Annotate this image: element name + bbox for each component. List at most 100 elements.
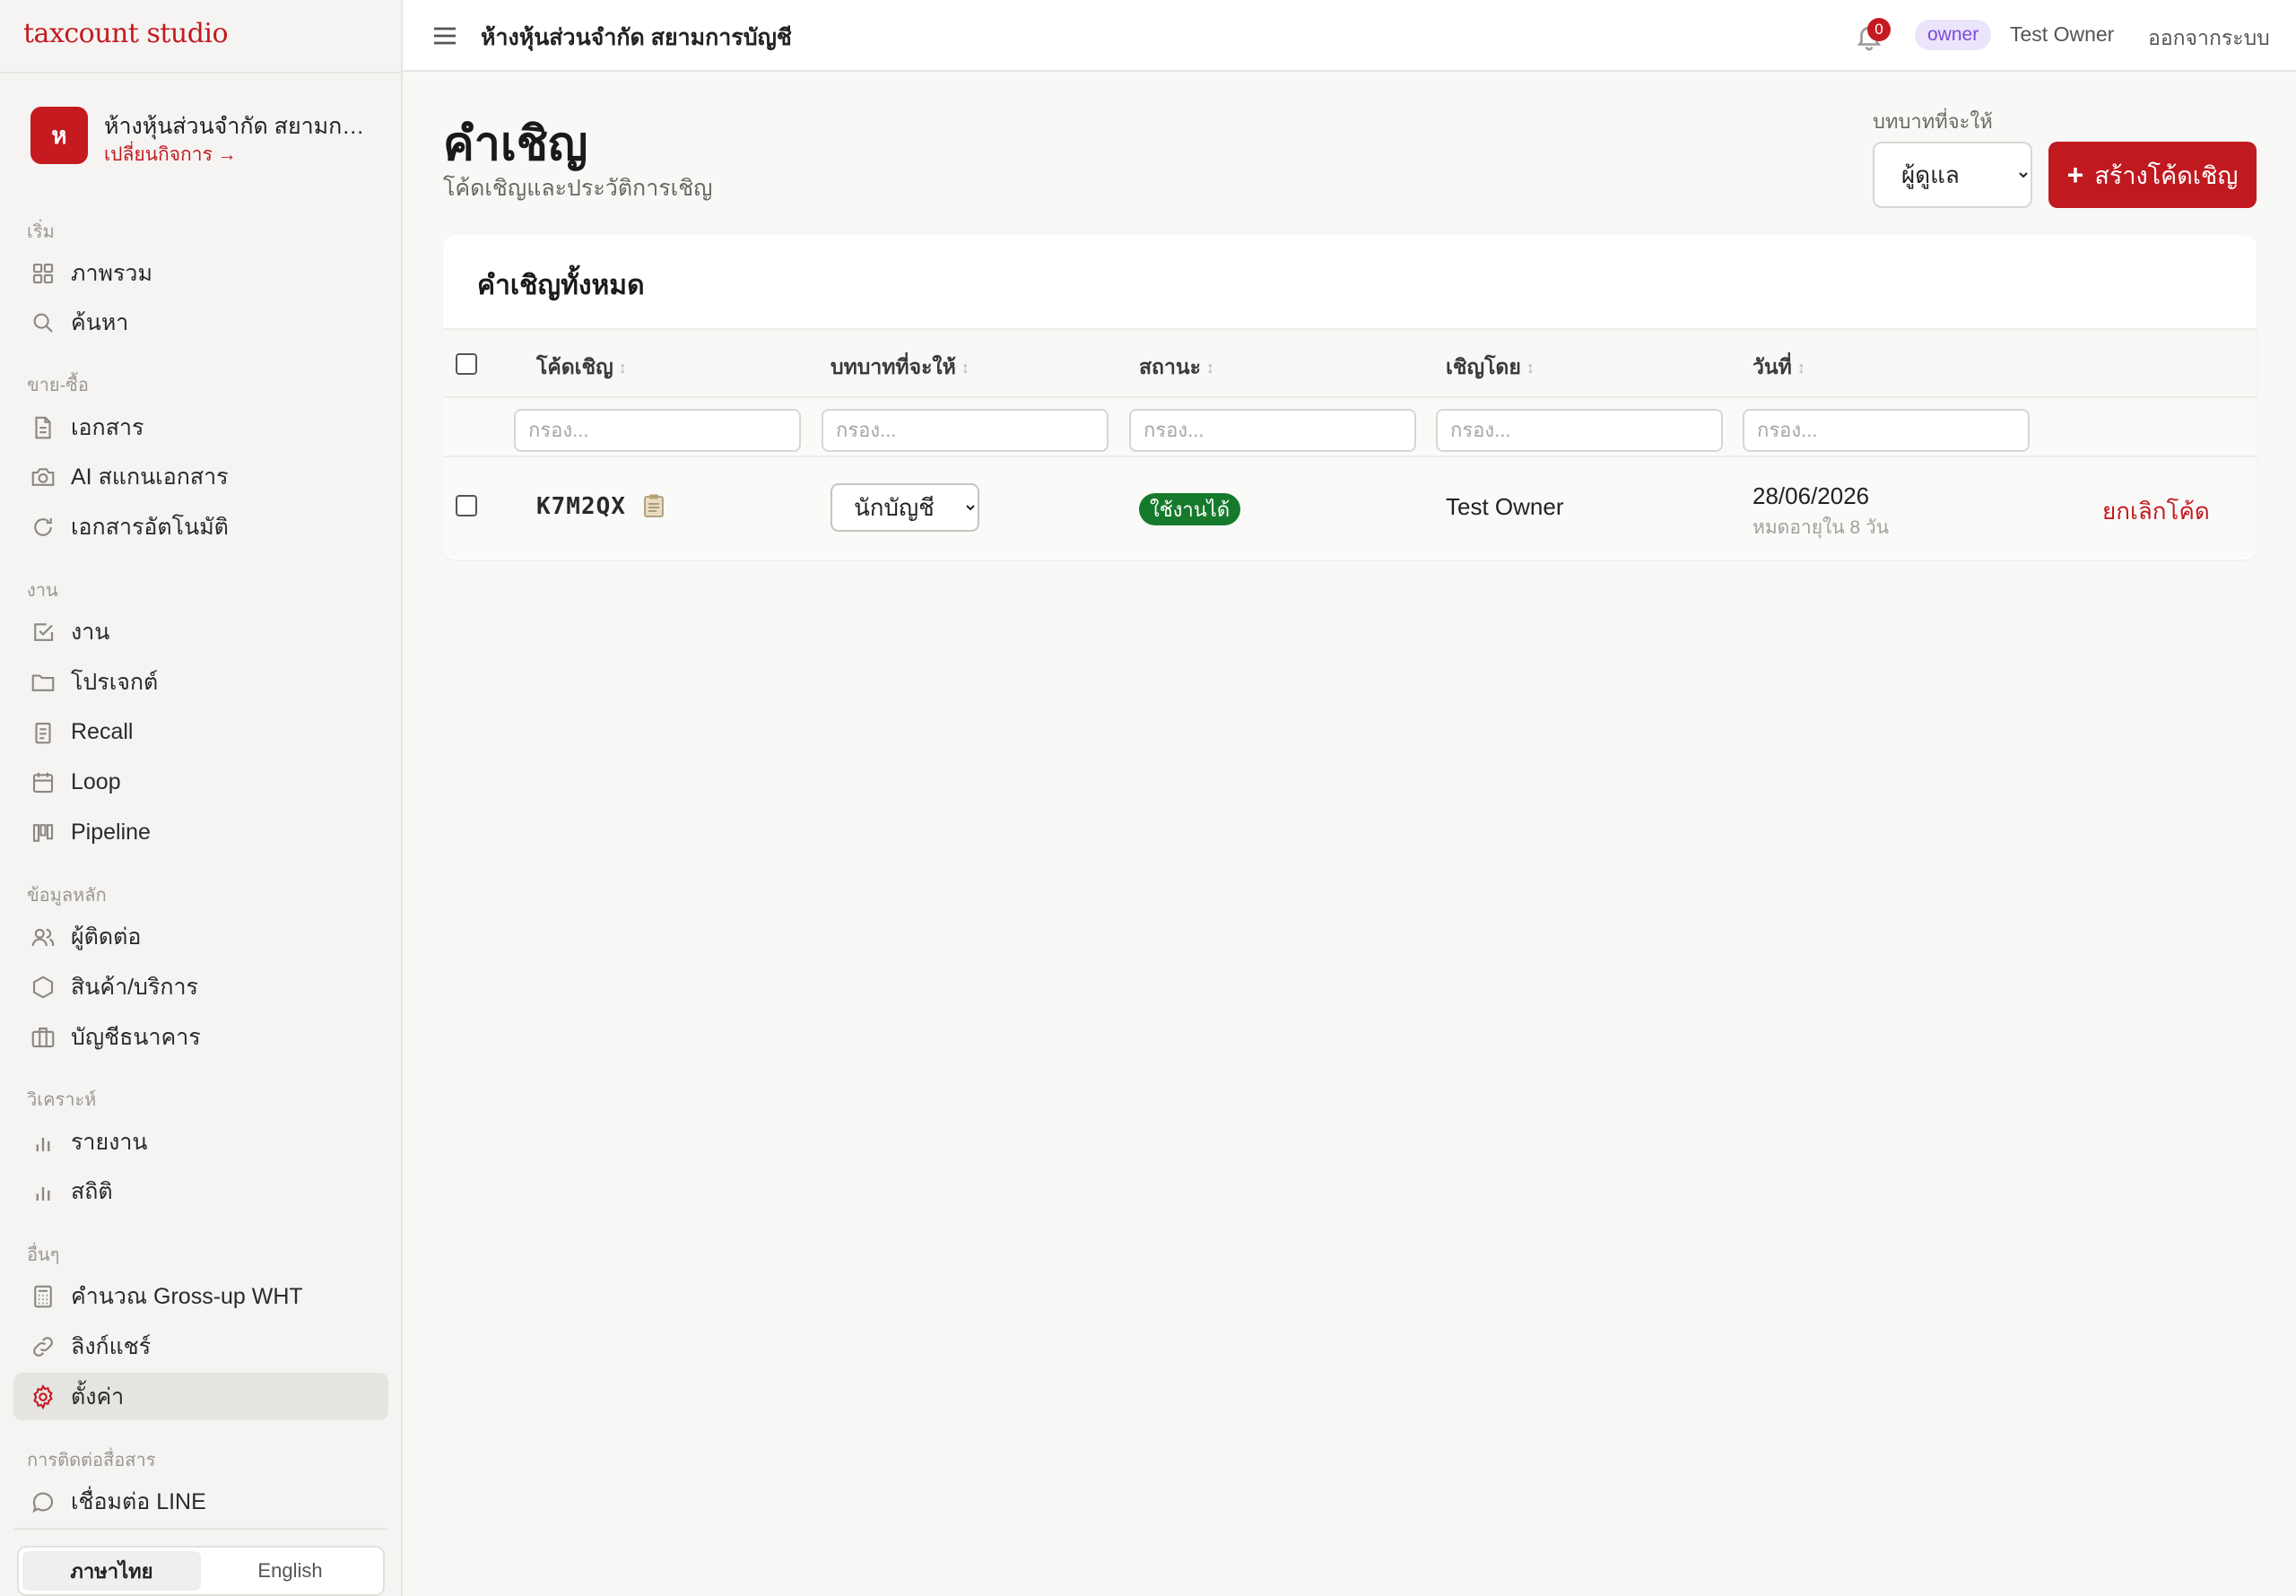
sort-icon: ↕ [1526,358,1535,377]
top-bar: ห้างหุ้นส่วนจำกัด สยามการบัญชี 0 owner T… [404,0,2296,72]
briefcase-icon [31,1027,55,1047]
nav-section-title: วิเคราะห์ [27,1090,97,1110]
clipboard-copy-icon[interactable] [642,493,665,518]
sidebar-item-loop[interactable]: Loop [13,759,388,806]
sidebar-item-tasks[interactable]: งาน [13,608,388,655]
box-icon [32,976,54,998]
invite-role-select[interactable]: ผู้ดูแล [1873,142,2032,208]
sidebar-item-label: คำนวณ Gross-up WHT [71,1283,303,1309]
sidebar-item-grossup-wht[interactable]: คำนวณ Gross-up WHT [13,1272,388,1320]
bar-chart-icon [36,1186,50,1201]
filter-date-input[interactable] [1743,409,2030,452]
logout-link[interactable]: ออกจากระบบ [2148,22,2270,55]
nav-section-title: ขาย-ซื้อ [27,376,89,395]
language-english-button[interactable]: English [201,1551,379,1591]
chat-icon [32,1492,54,1513]
sidebar-item-auto-documents[interactable]: เอกสารอัตโนมัติ [13,503,388,551]
row-role-select[interactable]: นักบัญชี [831,483,979,532]
sort-icon: ↕ [1796,358,1805,377]
sidebar-item-products[interactable]: สินค้า/บริการ [13,963,388,1011]
filter-code-input[interactable] [514,409,801,452]
page-title: คำเชิญ [443,118,588,170]
switch-org-link[interactable]: เปลี่ยนกิจการ → [104,140,237,169]
sidebar-item-label: ค้นหา [71,309,129,335]
calculator-icon [34,1285,52,1307]
sidebar-item-settings[interactable]: ตั้งค่า [13,1373,388,1420]
sidebar-item-label: ตั้งค่า [71,1383,125,1410]
card-title: คำเชิญทั้งหมด [477,271,645,300]
camera-icon [31,467,55,486]
divider [14,1528,387,1530]
select-all-checkbox[interactable] [456,353,477,375]
create-invite-code-label: สร้างโค้ดเชิญ [2094,161,2239,189]
refresh-icon [34,517,52,536]
filter-invited-by-input[interactable] [1436,409,1723,452]
sidebar-item-line-connect[interactable]: เชื่อมต่อ LINE [13,1478,388,1525]
search-icon [33,313,53,333]
column-header-code[interactable]: โค้ดเชิญ ↕ [536,351,627,384]
sidebar-item-projects[interactable]: โปรเจกต์ [13,658,388,706]
sidebar-item-label: เอกสารอัตโนมัติ [71,514,229,540]
create-invite-code-button[interactable]: + สร้างโค้ดเชิญ [2048,142,2257,208]
revoke-code-button[interactable]: ยกเลิกโค้ด [2102,493,2210,530]
status-badge: ใช้งานได้ [1139,493,1241,525]
sidebar-item-reports[interactable]: รายงาน [13,1118,388,1166]
column-label: บทบาทที่จะให้ [831,355,956,378]
column-label: เชิญโดย [1446,355,1521,378]
role-badge: owner [1915,20,1992,50]
filter-status-input[interactable] [1129,409,1416,452]
sidebar-item-label: สถิติ [71,1178,113,1204]
nav-section-title: การติดต่อสื่อสาร [27,1451,156,1470]
column-header-role[interactable]: บทบาทที่จะให้ ↕ [831,351,970,384]
kanban-icon [32,823,54,842]
table-row: K7M2QX นักบัญชี ใช้งานได้ Test Owner 28/… [443,457,2257,558]
sidebar-item-pipeline[interactable]: Pipeline [13,809,388,856]
sidebar-item-documents[interactable]: เอกสาร [13,403,388,451]
column-header-invited-by[interactable]: เชิญโดย ↕ [1446,351,1535,384]
invite-role-label: บทบาทที่จะให้ [1873,110,1993,133]
column-label: วันที่ [1752,355,1792,378]
menu-icon[interactable] [430,22,459,50]
invite-date: 28/06/2026 [1752,482,1870,509]
language-thai-button[interactable]: ภาษาไทย [22,1551,201,1591]
sort-icon: ↕ [1205,358,1214,377]
sidebar-item-label: เอกสาร [71,414,144,440]
expiry-note: หมดอายุใน 8 วัน [1752,517,1890,538]
column-label: สถานะ [1139,355,1201,378]
sidebar-item-statistics[interactable]: สถิติ [13,1167,388,1215]
sidebar-item-search[interactable]: ค้นหา [13,299,388,346]
sidebar-item-label: งาน [71,619,110,645]
page-subtitle: โค้ดเชิญและประวัติการเชิญ [443,176,713,201]
sidebar-item-recall[interactable]: Recall [13,708,388,756]
clipboard-icon [35,722,51,743]
sidebar-item-label: สินค้า/บริการ [71,974,198,1000]
sidebar-item-label: Recall [71,719,134,744]
plus-icon: + [2066,158,2084,191]
user-name[interactable]: Test Owner [2010,22,2114,47]
invited-by: Test Owner [1446,493,1564,520]
sidebar-item-label: ผู้ติดต่อ [71,924,142,950]
column-label: โค้ดเชิญ [536,355,613,378]
sidebar-item-contacts[interactable]: ผู้ติดต่อ [13,913,388,960]
filter-role-input[interactable] [822,409,1109,452]
nav-section-title: งาน [27,581,58,601]
row-checkbox[interactable] [456,495,477,516]
gear-icon [33,1383,53,1410]
sidebar-item-overview[interactable]: ภาพรวม [13,249,388,297]
sort-icon: ↕ [961,358,970,377]
nav-section-title: เริ่ม [27,222,55,242]
column-header-status[interactable]: สถานะ ↕ [1139,351,1214,384]
sidebar-item-share-links[interactable]: ลิงก์แชร์ [13,1323,388,1370]
sidebar-item-label: เชื่อมต่อ LINE [71,1488,206,1514]
org-avatar: ห [30,107,88,164]
link-icon [33,1336,53,1357]
filter-row [443,398,2257,457]
grid-icon [32,263,54,283]
sidebar-item-ai-scan[interactable]: AI สแกนเอกสาร [13,453,388,500]
sidebar-item-label: โปรเจกต์ [71,669,159,695]
column-header-date[interactable]: วันที่ ↕ [1752,351,1805,384]
notification-count-badge: 0 [1867,18,1891,41]
sidebar-item-label: Pipeline [71,820,151,845]
brand-logo[interactable]: taxcount studio [23,18,229,49]
sidebar-item-bank-accounts[interactable]: บัญชีธนาคาร [13,1013,388,1061]
